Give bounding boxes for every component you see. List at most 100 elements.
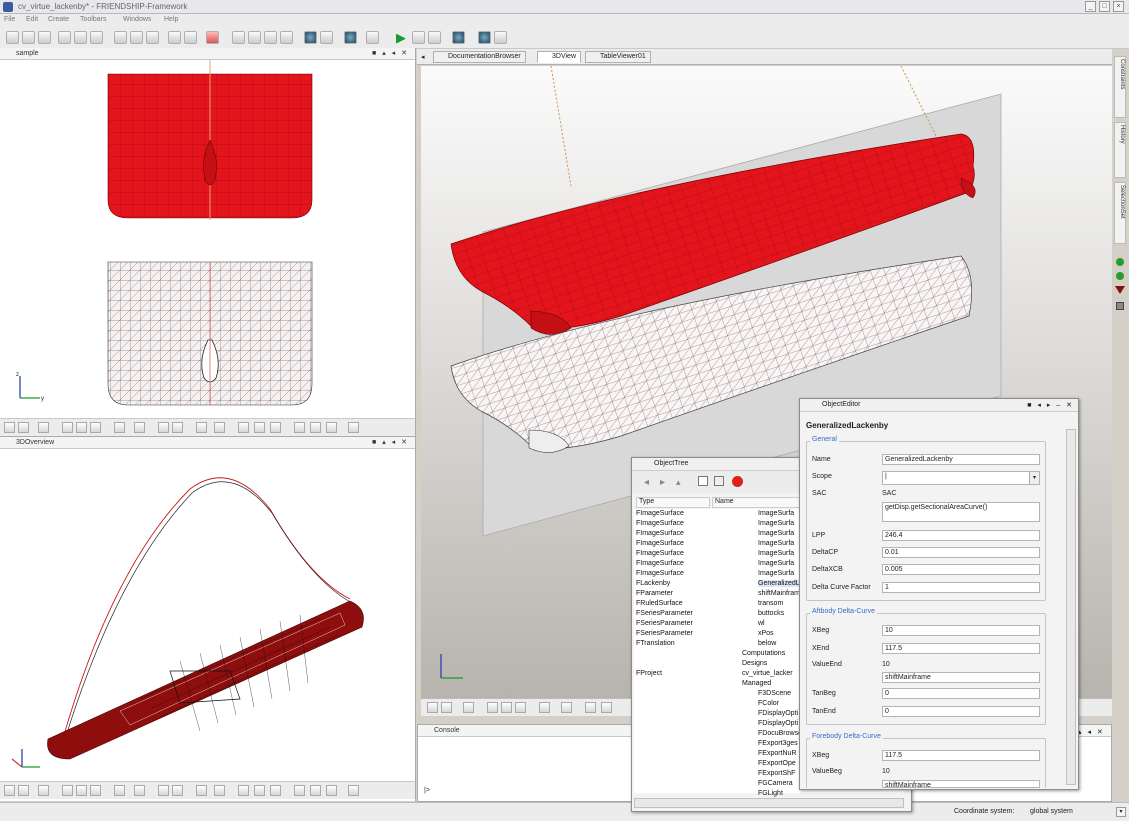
ship-3-icon[interactable] [270, 785, 281, 796]
object-tree-hscrollbar[interactable] [634, 798, 904, 808]
tree-type-13[interactable]: FTranslation [636, 640, 675, 647]
surface-icon[interactable] [515, 702, 526, 713]
menu-create[interactable]: Create [48, 16, 69, 23]
settings-icon[interactable] [90, 31, 103, 44]
ship-6-icon[interactable] [326, 785, 337, 796]
grid-icon[interactable] [114, 422, 125, 433]
delete-icon[interactable] [732, 476, 743, 487]
paste-icon[interactable] [714, 476, 724, 486]
play-icon[interactable]: ▶ [396, 31, 409, 44]
web-icon[interactable] [478, 31, 491, 44]
help-globe-icon[interactable] [452, 31, 465, 44]
deltaxcb-field[interactable]: 0.005 [882, 564, 1040, 575]
maximize-button[interactable]: □ [1099, 1, 1110, 12]
cut-icon[interactable] [6, 31, 19, 44]
tree-type-7[interactable]: FLackenby [636, 580, 670, 587]
tab-menu-icon[interactable]: ◂ [421, 53, 425, 61]
lpp-field[interactable]: 246.4 [882, 530, 1040, 541]
link-2-icon[interactable] [494, 31, 507, 44]
tools-icon[interactable] [366, 31, 379, 44]
tree-type-4[interactable]: FImageSurface [636, 550, 684, 557]
menu-toolbars[interactable]: Toolbars [80, 16, 106, 23]
tree-type-16[interactable]: FProject [636, 670, 662, 677]
tree-name-14[interactable]: Computations [742, 650, 785, 657]
light-icon[interactable] [196, 422, 207, 433]
ship-2-icon[interactable] [254, 422, 265, 433]
tree-name-1[interactable]: ImageSurfa [758, 520, 794, 527]
grid-icon[interactable] [114, 785, 125, 796]
measure-icon[interactable] [172, 785, 183, 796]
tree-type-8[interactable]: FParameter [636, 590, 673, 597]
globe-2-icon[interactable] [344, 31, 357, 44]
forward-arrow-icon[interactable]: ▸ [660, 477, 665, 488]
green-dot-2-icon[interactable] [1116, 272, 1124, 280]
deltacp-field[interactable]: 0.01 [882, 547, 1040, 558]
tab-documentation-browser[interactable]: DocumentationBrowser [433, 51, 526, 63]
save-icon[interactable] [168, 31, 181, 44]
tab-tableviewer[interactable]: TableViewer01 [585, 51, 651, 63]
mesh-icon[interactable] [561, 702, 572, 713]
layout-4-icon[interactable] [280, 31, 293, 44]
object-editor-vscrollbar[interactable] [1066, 429, 1076, 785]
object-tree-col-type[interactable]: Type [636, 497, 710, 508]
menu-edit[interactable]: Edit [26, 16, 38, 23]
shade-icon[interactable] [158, 422, 169, 433]
tree-type-9[interactable]: FRuledSurface [636, 600, 683, 607]
coord-system-value[interactable]: global system [1030, 808, 1073, 815]
tree-type-12[interactable]: FSeriesParameter [636, 630, 693, 637]
view-side-icon[interactable] [441, 702, 452, 713]
point-icon[interactable] [487, 702, 498, 713]
tree-name-25[interactable]: FExportOpe [758, 760, 796, 767]
ship-2-icon[interactable] [254, 785, 265, 796]
tree-name-16[interactable]: cv_virtue_lacker [742, 670, 793, 677]
tree-name-27[interactable]: FGCamera [758, 780, 793, 787]
view-side-icon[interactable] [18, 785, 29, 796]
tree-name-13[interactable]: below [758, 640, 776, 647]
measure-icon[interactable] [172, 422, 183, 433]
shift-mainframe-field[interactable]: shiftMainframe [882, 672, 1040, 683]
tanbeg-field[interactable]: 0 [882, 688, 1040, 699]
tree-name-18[interactable]: F3DScene [758, 690, 791, 697]
ship-1-icon[interactable] [238, 785, 249, 796]
layout-3-icon[interactable] [264, 31, 277, 44]
curve-icon[interactable] [76, 785, 87, 796]
tree-name-2[interactable]: ImageSurfa [758, 530, 794, 537]
tree-name-3[interactable]: ImageSurfa [758, 540, 794, 547]
render-icon[interactable] [463, 702, 474, 713]
object-editor-controls[interactable]: ■ ◂ ▸ – ✕ [1027, 401, 1074, 409]
measure-icon[interactable] [601, 702, 612, 713]
tree-type-11[interactable]: FSeriesParameter [636, 620, 693, 627]
tree-type-0[interactable]: FImageSurface [636, 510, 684, 517]
view-front-icon[interactable] [4, 785, 15, 796]
ship-3-icon[interactable] [270, 422, 281, 433]
screenshot-icon[interactable] [348, 422, 359, 433]
curve-icon[interactable] [76, 422, 87, 433]
stop-square-icon[interactable] [428, 31, 441, 44]
ship-5-icon[interactable] [310, 422, 321, 433]
coord-dropdown-icon[interactable]: ▾ [1116, 807, 1126, 817]
tree-type-10[interactable]: FSeriesParameter [636, 610, 693, 617]
scope-select[interactable]: | [882, 471, 1040, 485]
new-file-icon[interactable] [114, 31, 127, 44]
selectionset-side-tab[interactable]: SelectionSet [1114, 182, 1126, 244]
render-icon[interactable] [38, 422, 49, 433]
menu-file[interactable]: File [4, 16, 15, 23]
pause-icon[interactable] [412, 31, 425, 44]
layout-1-icon[interactable] [232, 31, 245, 44]
tree-name-10[interactable]: buttocks [758, 610, 784, 617]
view-front-icon[interactable] [427, 702, 438, 713]
body-plan-view[interactable]: z y [0, 60, 416, 418]
menu-help[interactable]: Help [164, 16, 178, 23]
close-button[interactable]: × [1113, 1, 1124, 12]
tree-type-6[interactable]: FImageSurface [636, 570, 684, 577]
tree-type-3[interactable]: FImageSurface [636, 540, 684, 547]
tree-name-7[interactable]: GeneralizedL [758, 580, 800, 587]
tree-name-5[interactable]: ImageSurfa [758, 560, 794, 567]
point-icon[interactable] [62, 785, 73, 796]
copy-icon[interactable] [698, 476, 708, 486]
tree-name-26[interactable]: FExportShF [758, 770, 795, 777]
red-triangle-icon[interactable] [1115, 286, 1125, 294]
edit-icon[interactable] [74, 31, 87, 44]
stop-icon[interactable] [206, 31, 219, 44]
open-folder-icon[interactable] [130, 31, 143, 44]
